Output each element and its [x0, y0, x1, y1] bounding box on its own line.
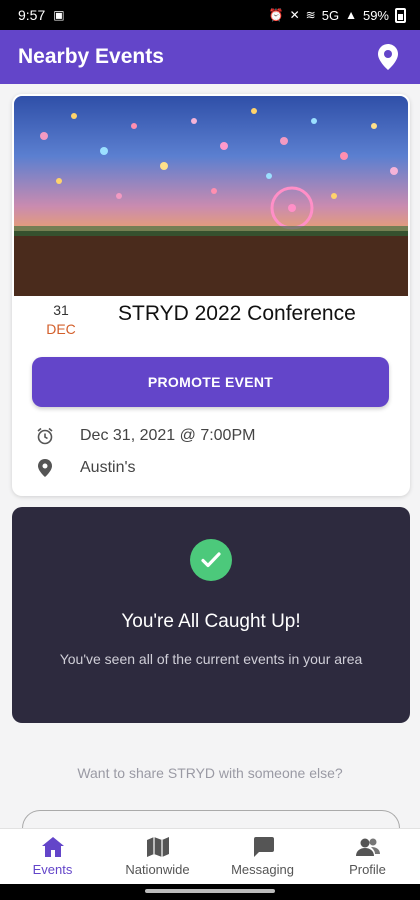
crowd-decoration	[14, 231, 408, 296]
caught-up-subtitle: You've seen all of the current events in…	[59, 651, 363, 667]
location-pin-icon	[378, 44, 398, 70]
gesture-bar[interactable]	[0, 884, 420, 900]
notification-icon: ▣	[53, 8, 65, 22]
app-bar: Nearby Events	[0, 30, 420, 84]
page-title: Nearby Events	[18, 45, 164, 68]
battery-percent: 59%	[362, 7, 389, 23]
nav-item-nationwide[interactable]: Nationwide	[105, 829, 210, 884]
network-label: 5G	[321, 7, 340, 23]
check-icon	[190, 539, 232, 581]
nav-item-label: Messaging	[231, 862, 294, 877]
horizon-decoration	[14, 226, 408, 236]
promote-event-button[interactable]: PROMOTE EVENT	[32, 357, 389, 407]
nav-item-label: Profile	[349, 862, 386, 877]
event-date: 31 DEC	[40, 302, 82, 337]
nav-item-profile[interactable]: Profile	[315, 829, 420, 884]
status-time: 9:57	[18, 7, 46, 23]
event-date-day: 31	[53, 302, 69, 318]
event-venue: Austin's	[80, 459, 136, 476]
chat-icon	[252, 836, 274, 858]
event-datetime: Dec 31, 2021 @ 7:00PM	[80, 427, 256, 444]
wifi-icon: ≋	[305, 8, 316, 22]
caught-up-card: You're All Caught Up! You've seen all of…	[12, 507, 410, 723]
event-date-month: DEC	[46, 321, 76, 337]
people-icon	[355, 836, 380, 858]
event-card[interactable]: 31 DEC STRYD 2022 Conference PROMOTE EVE…	[12, 94, 410, 496]
nav-item-events[interactable]: Events	[0, 829, 105, 884]
event-title: STRYD 2022 Conference	[118, 302, 356, 325]
nav-item-messaging[interactable]: Messaging	[210, 829, 315, 884]
share-prompt: Want to share STRYD with someone else?	[77, 765, 343, 781]
status-bar: 9:57 ▣ ⏰ ✕ ≋ 5G ▲ 59%	[0, 0, 420, 30]
bottom-nav: Events Nationwide Messaging Profile	[0, 828, 420, 884]
location-pin-icon	[36, 459, 54, 477]
ferris-wheel-decoration	[270, 186, 314, 230]
signal-icon: ▲	[345, 8, 357, 22]
mute-icon: ✕	[289, 8, 300, 22]
balloons-decoration	[40, 108, 398, 199]
alarm-clock-icon	[36, 427, 54, 445]
battery-icon	[395, 7, 406, 23]
map-icon	[146, 836, 169, 858]
event-datetime-row: Dec 31, 2021 @ 7:00PM	[36, 427, 255, 445]
caught-up-title: You're All Caught Up!	[121, 611, 301, 632]
home-icon	[41, 836, 64, 858]
location-button[interactable]	[374, 43, 402, 71]
nav-item-label: Events	[32, 862, 73, 877]
event-venue-row: Austin's	[36, 459, 136, 477]
event-image[interactable]	[14, 96, 408, 296]
nav-item-label: Nationwide	[125, 862, 190, 877]
alarm-icon: ⏰	[268, 8, 284, 22]
